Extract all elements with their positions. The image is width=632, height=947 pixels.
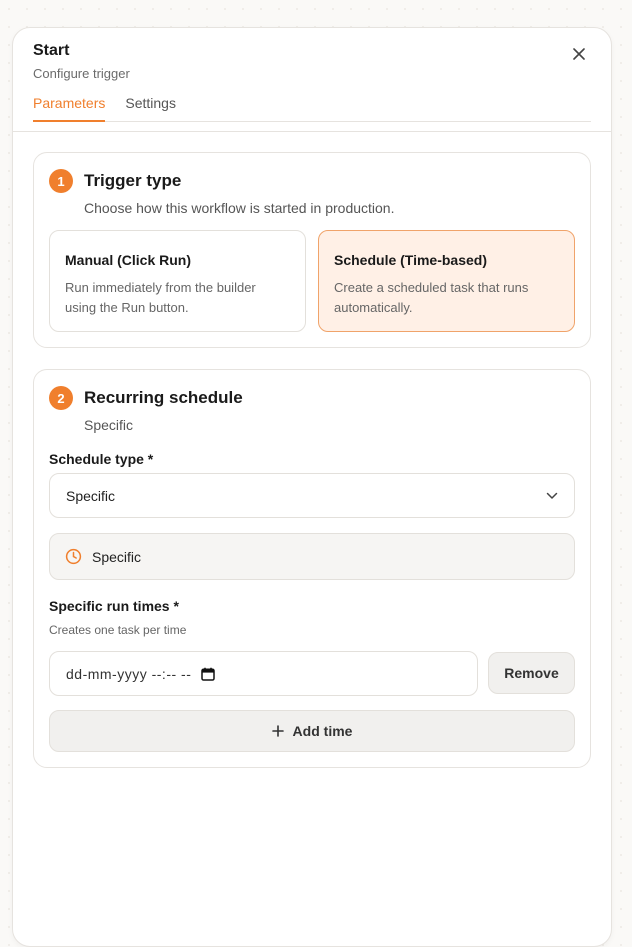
option-title: Schedule (Time-based) <box>334 252 488 268</box>
recurring-schedule-heading: 2 Recurring schedule <box>49 386 575 410</box>
panel-header: Start Configure trigger <box>13 28 611 81</box>
configure-trigger-panel: Start Configure trigger Parameters Setti… <box>12 27 612 947</box>
step-title: Recurring schedule <box>84 388 243 407</box>
run-time-row: dd-mm-yyyy --:-- -- Remove <box>49 651 575 696</box>
schedule-type-select[interactable]: Specific <box>49 473 575 518</box>
schedule-info-box: Specific <box>49 533 575 580</box>
trigger-options: Manual (Click Run) Run immediately from … <box>49 230 575 332</box>
add-time-label: Add time <box>292 723 353 739</box>
panel-title: Start <box>33 42 70 59</box>
calendar-icon[interactable] <box>201 667 216 681</box>
panel-body: 1 Trigger type Choose how this workflow … <box>13 132 611 768</box>
datetime-input[interactable]: dd-mm-yyyy --:-- -- <box>49 651 478 696</box>
schedule-type-value: Specific <box>66 487 116 504</box>
tab-parameters[interactable]: Parameters <box>33 95 106 122</box>
option-description: Create a scheduled task that runs automa… <box>334 280 529 315</box>
schedule-info-text: Specific <box>92 548 142 565</box>
trigger-option-manual[interactable]: Manual (Click Run) Run immediately from … <box>49 230 306 332</box>
step-number-badge: 2 <box>49 386 73 410</box>
recurring-schedule-card: 2 Recurring schedule Specific Schedule t… <box>33 369 591 768</box>
step-number-badge: 1 <box>49 169 73 193</box>
datetime-placeholder: dd-mm-yyyy --:-- -- <box>66 665 192 682</box>
remove-time-button[interactable]: Remove <box>488 652 575 694</box>
chevron-down-icon <box>546 492 558 499</box>
close-button[interactable] <box>569 44 589 64</box>
run-times-label: Specific run times * <box>49 598 179 614</box>
trigger-type-card: 1 Trigger type Choose how this workflow … <box>33 152 591 348</box>
trigger-option-schedule[interactable]: Schedule (Time-based) Create a scheduled… <box>318 230 575 332</box>
close-icon <box>573 48 585 60</box>
trigger-type-heading: 1 Trigger type <box>49 169 575 193</box>
option-description: Run immediately from the builder using t… <box>65 280 256 315</box>
step-description: Choose how this workflow is started in p… <box>84 200 395 216</box>
tab-bar: Parameters Settings <box>33 95 591 122</box>
step-description: Specific <box>84 417 134 433</box>
plus-icon <box>271 725 284 737</box>
step-title: Trigger type <box>84 171 182 190</box>
run-times-hint: Creates one task per time <box>49 623 187 637</box>
panel-subtitle: Configure trigger <box>33 66 130 81</box>
tab-settings[interactable]: Settings <box>125 95 176 121</box>
clock-icon <box>65 548 82 565</box>
add-time-button[interactable]: Add time <box>49 710 575 752</box>
schedule-type-label: Schedule type * <box>49 451 154 467</box>
option-title: Manual (Click Run) <box>65 252 192 268</box>
